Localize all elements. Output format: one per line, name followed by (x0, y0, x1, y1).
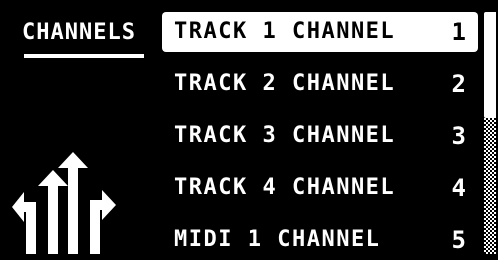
channels-screen: CHANNELS TRACK 1 CHANNEL 1 TRACK 2 CHANN… (0, 0, 498, 254)
list-item-track-4-channel[interactable]: TRACK 4 CHANNEL 4 (162, 168, 478, 208)
list-item-value: 5 (451, 226, 466, 254)
list-item-track-3-channel[interactable]: TRACK 3 CHANNEL 3 (162, 116, 478, 156)
list-item-value: 1 (451, 18, 466, 46)
list-item-label: TRACK 2 CHANNEL (174, 71, 396, 96)
list-item-value: 2 (451, 70, 466, 98)
page-title: CHANNELS (22, 20, 136, 45)
channel-list: TRACK 1 CHANNEL 1 TRACK 2 CHANNEL 2 TRAC… (162, 12, 478, 254)
list-item-track-2-channel[interactable]: TRACK 2 CHANNEL 2 (162, 64, 478, 104)
title-underline (24, 54, 144, 58)
list-item-label: TRACK 3 CHANNEL (174, 123, 396, 148)
list-item-value: 3 (451, 122, 466, 150)
left-pane: CHANNELS (0, 0, 160, 254)
routing-arrows-icon (12, 152, 116, 254)
list-item-label: TRACK 1 CHANNEL (174, 19, 396, 44)
list-item-midi-1-channel[interactable]: MIDI 1 CHANNEL 5 (162, 220, 478, 260)
list-item-track-1-channel[interactable]: TRACK 1 CHANNEL 1 (162, 12, 478, 52)
list-item-label: TRACK 4 CHANNEL (174, 175, 396, 200)
list-item-label: MIDI 1 CHANNEL (174, 227, 381, 252)
scrollbar-thumb[interactable] (484, 12, 496, 118)
list-item-value: 4 (451, 174, 466, 202)
